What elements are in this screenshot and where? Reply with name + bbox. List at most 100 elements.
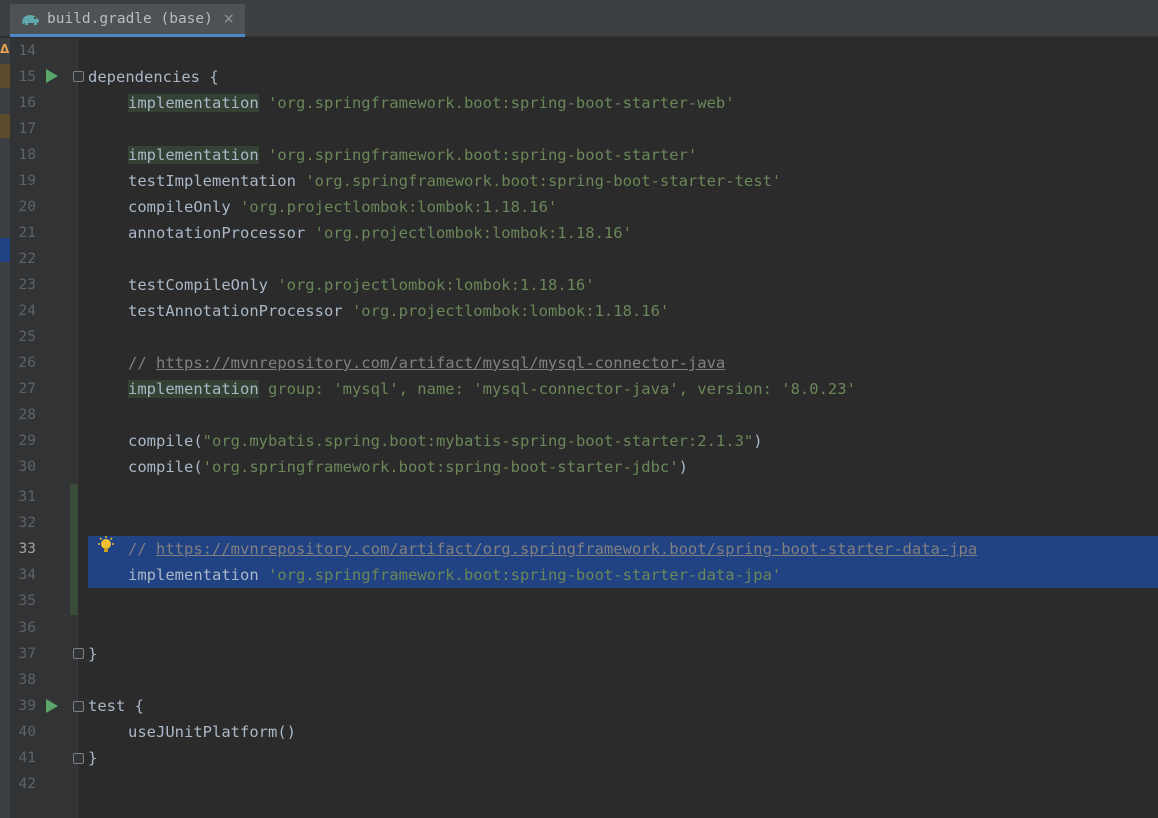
- method-call: testAnnotationProcessor: [128, 302, 343, 320]
- line-number: 40: [18, 724, 36, 740]
- comment-link[interactable]: https://mvnrepository.com/artifact/org.s…: [156, 540, 977, 558]
- tab-label: build.gradle (base): [47, 11, 213, 27]
- paren: ): [678, 458, 688, 476]
- string-literal: 'org.springframework.boot:spring-boot-st…: [202, 458, 679, 476]
- line-number: 15: [18, 69, 36, 85]
- code-line: 23 testCompileOnly 'org.projectlombok:lo…: [0, 272, 1158, 298]
- line-number: 28: [18, 407, 36, 423]
- paren: (: [193, 458, 203, 476]
- code-line: 27 implementation group: 'mysql', name: …: [0, 376, 1158, 402]
- comment: //: [128, 354, 156, 372]
- code-line: 39 test {: [0, 693, 1158, 719]
- code-line: 33 // https://mvnrepository.com/artifact…: [0, 536, 1158, 562]
- code-text: test {: [88, 697, 144, 715]
- line-number: 31: [18, 489, 36, 505]
- line-number: 16: [18, 95, 36, 111]
- code-line: 29 compile("org.mybatis.spring.boot:myba…: [0, 428, 1158, 454]
- code-line: 24 testAnnotationProcessor 'org.projectl…: [0, 298, 1158, 324]
- line-number: 38: [18, 672, 36, 688]
- line-number: 42: [18, 776, 36, 792]
- line-number: 21: [18, 225, 36, 241]
- method-call: compileOnly: [128, 198, 231, 216]
- line-number: 23: [18, 277, 36, 293]
- method-call: compile: [128, 432, 194, 450]
- code-line: 16 implementation 'org.springframework.b…: [0, 90, 1158, 116]
- method-call: testImplementation: [128, 172, 296, 190]
- code-line: 26 // https://mvnrepository.com/artifact…: [0, 350, 1158, 376]
- line-number: 35: [18, 593, 36, 609]
- line-number: 26: [18, 355, 36, 371]
- code-line: 41 }: [0, 745, 1158, 771]
- method-call: compile: [128, 458, 194, 476]
- method-call: useJUnitPlatform: [128, 723, 278, 741]
- code-line: 21 annotationProcessor 'org.projectlombo…: [0, 220, 1158, 246]
- method-call: implementation: [128, 146, 259, 164]
- string-literal: 'org.projectlombok:lombok:1.18.16': [230, 198, 558, 216]
- code-line: 22: [0, 246, 1158, 272]
- line-number: 20: [18, 199, 36, 215]
- code-editor[interactable]: 14 15 dependencies { 16 implementation '…: [0, 38, 1158, 818]
- line-number: 34: [18, 567, 36, 583]
- string-literal: 'org.projectlombok:lombok:1.18.16': [267, 276, 595, 294]
- tab-build-gradle[interactable]: build.gradle (base) ×: [10, 4, 245, 37]
- line-number: 33: [18, 541, 36, 557]
- code-line: 30 compile('org.springframework.boot:spr…: [0, 454, 1158, 480]
- string-literal: 'mysql': [333, 380, 399, 398]
- line-number: 19: [18, 173, 36, 189]
- code-line: 34 implementation 'org.springframework.b…: [0, 562, 1158, 588]
- comment-link[interactable]: https://mvnrepository.com/artifact/mysql…: [156, 354, 725, 372]
- code-line: 35: [0, 588, 1158, 614]
- line-number: 22: [18, 251, 36, 267]
- code-line: 37 }: [0, 641, 1158, 667]
- line-number: 41: [18, 750, 36, 766]
- line-number: 24: [18, 303, 36, 319]
- code-line: 31: [0, 484, 1158, 510]
- paren: ): [753, 432, 763, 450]
- code-line: 18 implementation 'org.springframework.b…: [0, 142, 1158, 168]
- line-number: 14: [18, 43, 36, 59]
- code-text: }: [88, 645, 98, 663]
- method-call: implementation: [128, 94, 259, 112]
- named-arg: group:: [258, 380, 334, 398]
- code-text: }: [88, 749, 98, 767]
- named-arg: , name:: [398, 380, 474, 398]
- string-literal: '8.0.23': [781, 380, 856, 398]
- method-call: testCompileOnly: [128, 276, 268, 294]
- code-line: 38: [0, 667, 1158, 693]
- string-literal: 'org.springframework.boot:spring-boot-st…: [258, 146, 698, 164]
- line-number: 39: [18, 698, 36, 714]
- comment: //: [128, 540, 156, 558]
- code-line: 28: [0, 402, 1158, 428]
- code-line: 15 dependencies {: [0, 64, 1158, 90]
- line-number: 25: [18, 329, 36, 345]
- line-number: 37: [18, 646, 36, 662]
- string-literal: "org.mybatis.spring.boot:mybatis-spring-…: [202, 432, 754, 450]
- editor-tab-bar: build.gradle (base) ×: [0, 0, 1158, 37]
- gradle-elephant-icon: [22, 15, 39, 25]
- line-number: 17: [18, 121, 36, 137]
- paren: (: [193, 432, 203, 450]
- method-call: implementation: [128, 566, 259, 584]
- code-line: 19 testImplementation 'org.springframewo…: [0, 168, 1158, 194]
- code-line: 17: [0, 116, 1158, 142]
- code-text: dependencies {: [88, 68, 219, 86]
- code-line: 36: [0, 615, 1158, 641]
- method-call: implementation: [128, 380, 259, 398]
- code-line: 14: [0, 38, 1158, 64]
- line-number: 30: [18, 459, 36, 475]
- string-literal: 'org.springframework.boot:spring-boot-st…: [295, 172, 782, 190]
- code-line: 32: [0, 510, 1158, 536]
- method-call: annotationProcessor: [128, 224, 306, 242]
- code-line: 20 compileOnly 'org.projectlombok:lombok…: [0, 194, 1158, 220]
- line-number: 18: [18, 147, 36, 163]
- string-literal: 'org.springframework.boot:spring-boot-st…: [258, 94, 735, 112]
- code-line: 40 useJUnitPlatform(): [0, 719, 1158, 745]
- line-number: 27: [18, 381, 36, 397]
- code-line: 25: [0, 324, 1158, 350]
- string-literal: 'org.springframework.boot:spring-boot-st…: [258, 566, 782, 584]
- close-tab-icon[interactable]: ×: [223, 11, 235, 27]
- string-literal: 'mysql-connector-java': [473, 380, 679, 398]
- string-literal: 'org.projectlombok:lombok:1.18.16': [305, 224, 632, 242]
- line-number: 36: [18, 620, 36, 636]
- line-number: 29: [18, 433, 36, 449]
